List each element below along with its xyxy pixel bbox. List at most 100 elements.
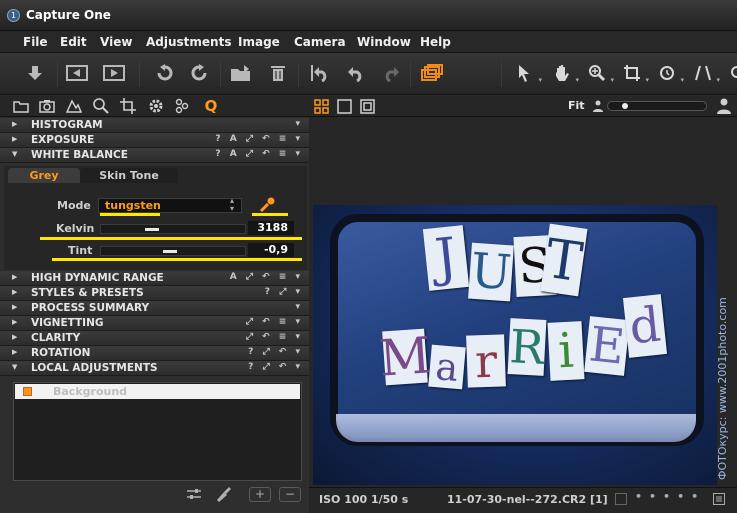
remove-layer-button[interactable]: − (279, 487, 301, 502)
undo-all-icon[interactable] (305, 60, 331, 86)
photo-letter: a (428, 344, 466, 390)
spot-removal-icon[interactable] (722, 60, 737, 86)
crop-icon[interactable]: ▾ (619, 60, 649, 86)
photo-snow-ledge (336, 414, 696, 442)
layer-checkbox[interactable] (23, 387, 32, 396)
section-process-summary[interactable]: ▶ PROCESS SUMMARY ▾ (0, 301, 309, 316)
brush-icon[interactable] (214, 485, 232, 506)
tab-skin-tone[interactable]: Skin Tone (80, 168, 178, 183)
tint-slider-knob[interactable] (163, 250, 177, 253)
add-layer-button[interactable]: + (249, 487, 271, 502)
expand-triangle-icon[interactable]: ▶ (12, 333, 17, 341)
photo-letter: M (377, 326, 433, 388)
crop-tab-icon[interactable] (120, 98, 136, 114)
move-to-folder-icon[interactable] (228, 60, 254, 86)
section-styles-presets[interactable]: ▶ STYLES & PRESETS ? ⤢ ▾ (0, 286, 309, 301)
menu-camera[interactable]: Camera (294, 35, 346, 49)
info-menu-icon[interactable] (713, 493, 725, 508)
section-clarity[interactable]: ▶ CLARITY ⤢ ↶ ≡ ▾ (0, 331, 309, 346)
metadata-tab-icon[interactable] (174, 98, 190, 114)
section-high-dynamic-range[interactable]: ▶ HIGH DYNAMIC RANGE A ⤢ ↶ ≡ ▾ (0, 271, 309, 286)
viewer-status-bar: ISO 100 1/50 s 11-07-30-nel--272.CR2 [1]… (309, 487, 737, 513)
previous-image-icon[interactable] (64, 60, 90, 86)
zoom-icon[interactable]: ▾ (584, 60, 614, 86)
color-tab-icon[interactable] (66, 98, 82, 114)
select-cursor-icon[interactable]: ▾ (512, 60, 542, 86)
color-tag-box[interactable] (615, 493, 627, 505)
compare-view-icon[interactable] (360, 99, 375, 117)
menu-adjustments[interactable]: Adjustments (146, 35, 231, 49)
person-large-icon[interactable] (717, 98, 731, 117)
mode-stepper-icon[interactable]: ▴ ▾ (230, 197, 234, 213)
zoom-slider[interactable] (607, 101, 707, 111)
quick-tab-icon[interactable]: Q (203, 97, 219, 115)
white-balance-tabs: Grey Skin Tone (8, 168, 304, 183)
rotate-left-icon[interactable] (152, 60, 178, 86)
photo-letter: R (507, 318, 547, 376)
section-vignetting[interactable]: ▶ VIGNETTING ⤢ ↶ ≡ ▾ (0, 316, 309, 331)
expand-triangle-icon[interactable]: ▶ (12, 120, 17, 128)
section-exposure[interactable]: ▶ EXPOSURE ? A ⤢ ↶ ≡ ▾ (0, 133, 309, 148)
rotate-right-icon[interactable] (186, 60, 212, 86)
collapse-triangle-icon[interactable]: ▼ (12, 363, 17, 371)
single-view-icon[interactable] (337, 99, 352, 117)
menu-file[interactable]: File (23, 35, 48, 49)
menu-view[interactable]: View (100, 35, 132, 49)
next-image-icon[interactable] (101, 60, 127, 86)
settings-tab-icon[interactable] (148, 98, 164, 114)
tool-tabs: Q (0, 96, 309, 117)
section-histogram[interactable]: ▶ HISTOGRAM ▾ (0, 118, 309, 133)
expand-triangle-icon[interactable]: ▶ (12, 135, 17, 143)
menu-image[interactable]: Image (238, 35, 280, 49)
expand-triangle-icon[interactable]: ▶ (12, 318, 17, 326)
sliders-icon[interactable] (186, 487, 202, 504)
kelvin-slider-knob[interactable] (145, 228, 159, 231)
expand-triangle-icon[interactable]: ▶ (12, 288, 17, 296)
expand-triangle-icon[interactable]: ▶ (12, 303, 17, 311)
kelvin-slider[interactable] (100, 224, 246, 234)
section-white-balance[interactable]: ▼ WHITE BALANCE ? A ⤢ ↶ ≡ ▾ (0, 148, 309, 163)
trash-icon[interactable] (265, 60, 291, 86)
photo-letter: U (468, 242, 514, 302)
expand-triangle-icon[interactable]: ▶ (12, 273, 17, 281)
undo-icon[interactable] (342, 60, 368, 86)
import-icon[interactable] (22, 60, 48, 86)
library-tab-icon[interactable] (13, 98, 29, 114)
tint-slider[interactable] (100, 246, 246, 256)
viewer-toolbar: Fit (309, 96, 737, 117)
photo-letter: E (584, 316, 630, 376)
redo-icon[interactable] (379, 60, 405, 86)
photo-letter: r (466, 334, 506, 388)
zoom-slider-knob[interactable] (622, 103, 628, 109)
tint-value[interactable]: -0,9 (248, 243, 294, 257)
section-local-adjustments[interactable]: ▼ LOCAL ADJUSTMENTS ? ⤢ ↶ ▾ (0, 361, 309, 376)
tint-label: Tint (68, 244, 93, 257)
mode-select[interactable]: tungsten (98, 198, 242, 213)
menu-help[interactable]: Help (420, 35, 451, 49)
person-small-icon[interactable] (593, 100, 603, 115)
capture-tab-icon[interactable] (39, 98, 55, 114)
hand-pan-icon[interactable]: ▾ (549, 60, 579, 86)
menu-window[interactable]: Window (357, 35, 411, 49)
list-item[interactable]: Background (15, 384, 300, 399)
section-rotation[interactable]: ▶ ROTATION ? ⤢ ↶ ▾ (0, 346, 309, 361)
tint-highlight-line (52, 258, 302, 261)
photo-letter: J (422, 225, 470, 291)
mode-highlight-line (100, 213, 160, 216)
fit-label[interactable]: Fit (568, 99, 585, 112)
variants-icon[interactable] (419, 60, 445, 86)
tab-grey[interactable]: Grey (8, 168, 80, 183)
kelvin-value[interactable]: 3188 (248, 221, 294, 235)
keystone-icon[interactable]: ▾ (690, 60, 720, 86)
rotate-tool-icon[interactable]: ▾ (654, 60, 684, 86)
eyedropper-highlight-line (252, 213, 288, 216)
kelvin-label: Kelvin (56, 222, 95, 235)
grid-view-icon[interactable] (314, 99, 329, 117)
expand-triangle-icon[interactable]: ▶ (12, 348, 17, 356)
rating-dots[interactable]: ••••• (635, 490, 705, 503)
kelvin-highlight-line (40, 237, 302, 240)
photo-letter: d (622, 294, 668, 358)
collapse-triangle-icon[interactable]: ▼ (12, 150, 17, 158)
details-tab-icon[interactable] (93, 98, 109, 114)
menu-edit[interactable]: Edit (60, 35, 87, 49)
